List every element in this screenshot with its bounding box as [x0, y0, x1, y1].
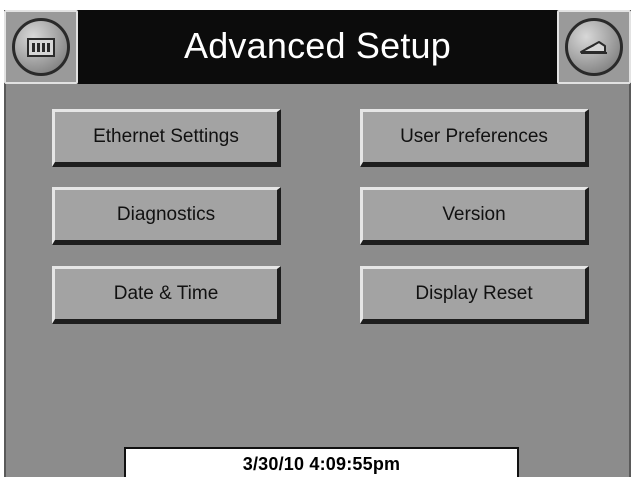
diagnostics-button[interactable]: Diagnostics [52, 187, 281, 245]
page-title: Advanced Setup [184, 25, 451, 66]
ethernet-settings-button[interactable]: Ethernet Settings [52, 109, 281, 167]
user-preferences-label: User Preferences [400, 126, 548, 147]
menu-panel: Ethernet Settings User Preferences Diagn… [4, 84, 631, 477]
back-arrow-glyph [580, 41, 607, 54]
user-preferences-button[interactable]: User Preferences [360, 109, 589, 167]
date-time-button[interactable]: Date & Time [52, 266, 281, 324]
display-reset-label: Display Reset [415, 283, 533, 304]
advanced-setup-screen: Advanced Setup Ethernet Settings User Pr… [0, 0, 635, 477]
title-bar: Advanced Setup [4, 10, 631, 84]
date-time-label: Date & Time [113, 283, 219, 304]
back-button[interactable] [557, 10, 631, 84]
home-icon [12, 18, 70, 76]
back-icon [565, 18, 623, 76]
diagnostics-label: Diagnostics [116, 204, 216, 225]
version-label: Version [442, 204, 506, 225]
ethernet-settings-label: Ethernet Settings [93, 126, 239, 147]
home-button[interactable] [4, 10, 78, 84]
display-reset-button[interactable]: Display Reset [360, 266, 589, 324]
building-glyph [27, 38, 55, 57]
datetime-status: 3/30/10 4:09:55pm [124, 447, 519, 477]
version-button[interactable]: Version [360, 187, 589, 245]
